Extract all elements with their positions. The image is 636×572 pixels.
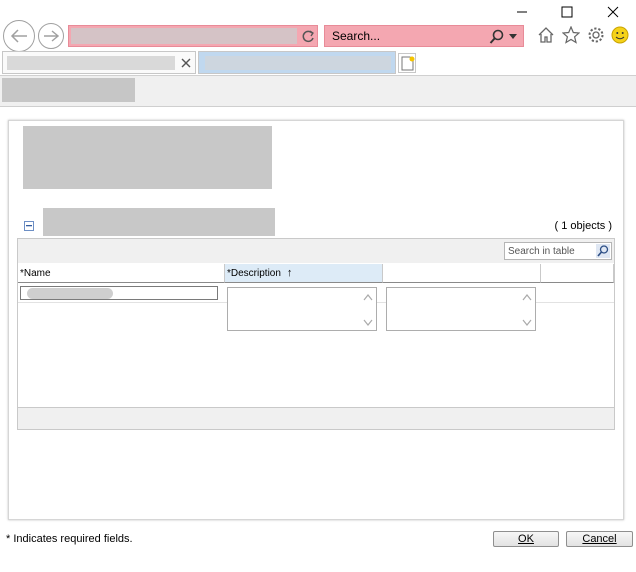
search-icon[interactable] [596, 244, 610, 258]
column-header-4[interactable] [541, 264, 614, 283]
home-icon[interactable] [537, 26, 555, 44]
table-search-input[interactable]: Search in table [504, 242, 612, 260]
table-search-placeholder: Search in table [508, 245, 575, 257]
new-tab-icon [401, 56, 415, 71]
forward-arrow-icon [44, 30, 59, 42]
refresh-icon[interactable] [301, 29, 315, 43]
page-header-redacted [2, 78, 135, 102]
close-icon [607, 6, 619, 18]
ok-button[interactable]: OK [493, 531, 559, 547]
required-fields-note: * Indicates required fields. [6, 533, 133, 545]
description-textarea[interactable] [227, 287, 377, 331]
section-title-redacted [43, 208, 275, 236]
page-toolbar [0, 75, 636, 107]
minimize-button[interactable] [510, 2, 534, 22]
address-bar[interactable] [68, 25, 318, 47]
name-input[interactable] [20, 286, 218, 300]
object-count: ( 1 objects ) [554, 220, 612, 232]
back-arrow-icon [10, 29, 27, 43]
browser-tab-1[interactable] [2, 51, 196, 74]
minimize-icon [517, 11, 527, 13]
smiley-icon[interactable] [611, 26, 629, 44]
cancel-button[interactable]: Cancel [566, 531, 633, 547]
tab-2-title-redacted [205, 56, 391, 70]
new-tab-button[interactable] [398, 53, 416, 73]
browser-tab-2[interactable] [198, 51, 396, 74]
ok-button-label: OK [518, 533, 534, 545]
column-3-textarea[interactable] [386, 287, 536, 331]
star-icon[interactable] [562, 26, 580, 44]
maximize-button[interactable] [555, 2, 579, 22]
chevron-down-icon[interactable] [509, 34, 517, 40]
column-header-label: *Description [227, 267, 281, 279]
close-tab-icon[interactable] [181, 58, 191, 68]
table-footer [18, 407, 614, 429]
column-header-label: *Name [20, 267, 51, 279]
gear-icon[interactable] [587, 26, 605, 44]
close-window-button[interactable] [601, 2, 625, 22]
maximize-icon [561, 6, 573, 18]
cancel-button-label: Cancel [582, 533, 617, 545]
column-header-3[interactable] [383, 264, 541, 283]
column-header-description[interactable]: *Description ↑ [225, 264, 383, 283]
browser-search-box[interactable]: Search... [324, 25, 524, 47]
back-button[interactable] [3, 20, 35, 52]
collapse-toggle[interactable] [24, 221, 34, 231]
sort-ascending-icon: ↑ [286, 267, 293, 279]
name-value-redacted [27, 288, 113, 299]
address-text-redacted [71, 28, 297, 44]
minus-icon [26, 225, 32, 227]
search-icon[interactable] [489, 29, 505, 45]
tab-1-title-redacted [7, 56, 175, 70]
textarea-scroll-arrows[interactable] [363, 292, 373, 328]
dialog-title-redacted [23, 126, 272, 189]
forward-button[interactable] [38, 23, 64, 49]
browser-search-placeholder: Search... [332, 29, 381, 43]
textarea-scroll-arrows[interactable] [522, 292, 532, 328]
column-header-name[interactable]: *Name [18, 264, 225, 283]
